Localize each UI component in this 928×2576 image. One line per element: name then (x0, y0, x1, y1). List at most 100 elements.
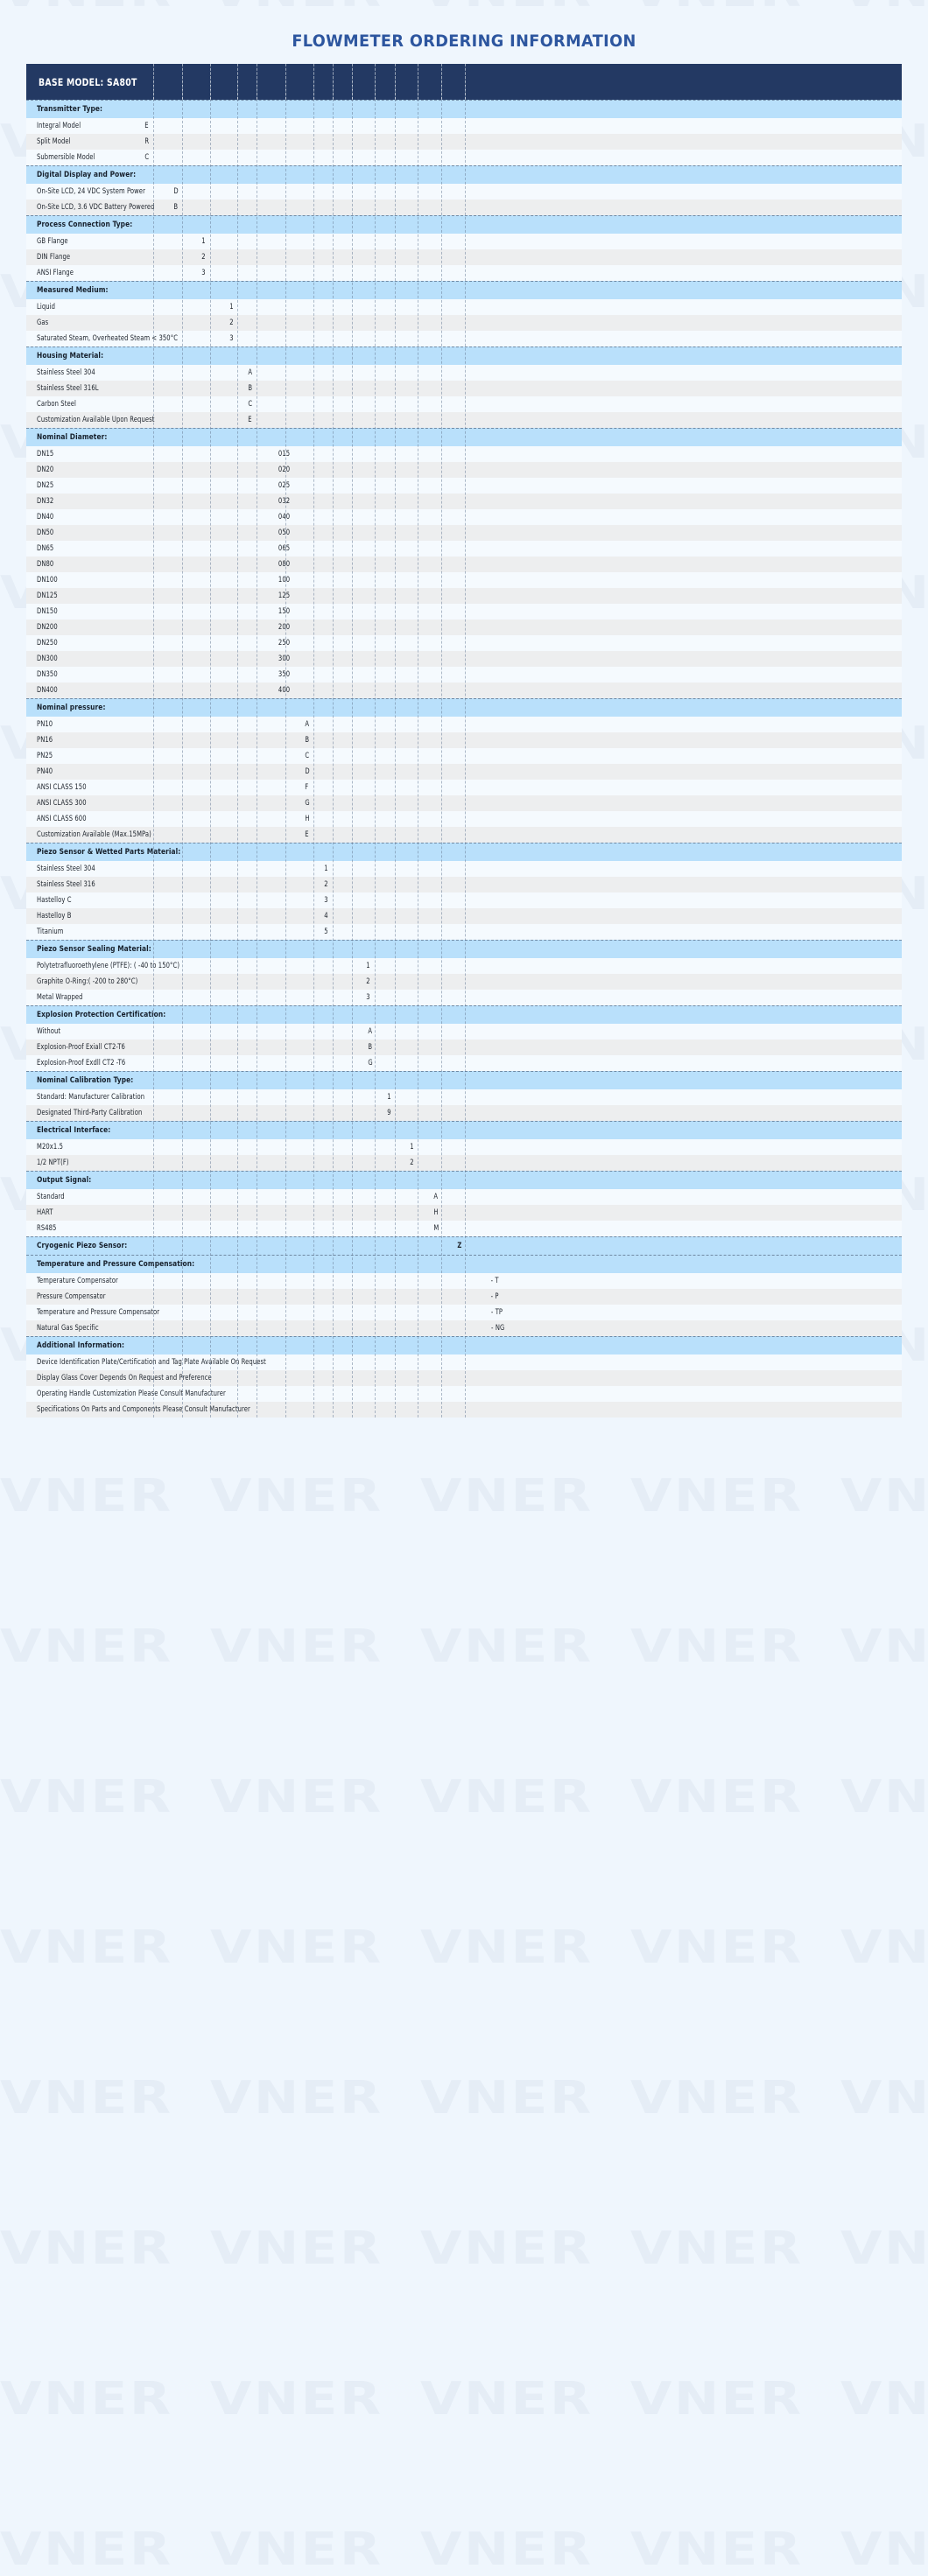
option-code: 350 (278, 670, 291, 679)
watermark-text: VNER (630, 1620, 804, 1673)
watermark-text: VNER (630, 1771, 804, 1824)
option-label: HART (37, 1208, 53, 1217)
option-row[interactable]: Metal Wrapped 3 (26, 990, 902, 1005)
option-row[interactable]: DN80 080 (26, 556, 902, 572)
ordering-table: BASE MODEL: SA80T Transmitter Type: Integr… (26, 64, 902, 1418)
option-row[interactable]: Device Identification Plate/Certificatio… (26, 1354, 902, 1370)
option-code: E (305, 830, 309, 839)
option-label: Standard: Manufacturer Calibration (37, 1093, 145, 1102)
option-row[interactable]: On-Site LCD, 3.6 VDC Battery Powered B (26, 200, 902, 215)
option-row[interactable]: DN200 200 (26, 620, 902, 635)
option-row[interactable]: Specifications On Parts and Components P… (26, 1402, 902, 1418)
option-row[interactable]: Titanium 5 (26, 924, 902, 940)
option-row[interactable]: Stainless Steel 316 2 (26, 877, 902, 892)
option-row[interactable]: Customization Available (Max.15MPa) E (26, 827, 902, 843)
option-row[interactable]: DN25 025 (26, 478, 902, 494)
option-label: Submersible Model (37, 153, 95, 162)
option-row[interactable]: PN40 D (26, 764, 902, 780)
section-group-8: Piezo Sensor Sealing Material: Polytetraf… (26, 940, 902, 1005)
option-row[interactable]: Temperature and Pressure Compensator - TP (26, 1305, 902, 1320)
option-code: 015 (278, 450, 291, 458)
option-row[interactable]: DN20 020 (26, 462, 902, 478)
option-row[interactable]: DN50 050 (26, 525, 902, 541)
option-row[interactable]: DN100 100 (26, 572, 902, 588)
option-row[interactable]: DN65 065 (26, 541, 902, 556)
option-row[interactable]: Polytetrafluoroethylene (PTFE): ( -40 to… (26, 958, 902, 974)
option-row[interactable]: 1/2 NPT(F) 2 (26, 1155, 902, 1171)
option-label: DN50 (37, 528, 54, 537)
option-row[interactable]: ANSI Flange 3 (26, 265, 902, 281)
section-header-label: Temperature and Pressure Compensation: (37, 1259, 195, 1269)
option-row[interactable]: DN300 300 (26, 651, 902, 667)
option-row[interactable]: Split Model R (26, 134, 902, 150)
watermark-text: VNER (210, 1922, 383, 1974)
option-row[interactable]: Stainless Steel 316L B (26, 381, 902, 396)
option-row[interactable]: Stainless Steel 304 A (26, 365, 902, 381)
option-row[interactable]: DN250 250 (26, 635, 902, 651)
option-row[interactable]: Operating Handle Customization Please Co… (26, 1386, 902, 1402)
option-row[interactable]: Saturated Steam, Overheated Steam < 350°… (26, 331, 902, 346)
option-row[interactable]: DN40 040 (26, 509, 902, 525)
option-row[interactable]: Standard: Manufacturer Calibration 1 (26, 1089, 902, 1105)
option-row[interactable]: Integral Model E (26, 118, 902, 134)
option-row[interactable]: ANSI CLASS 150 F (26, 780, 902, 795)
option-row[interactable]: Designated Third-Party Calibration 9 (26, 1105, 902, 1121)
option-row[interactable]: Submersible Model C (26, 150, 902, 165)
option-row[interactable]: Standard A (26, 1189, 902, 1205)
option-row[interactable]: On-Site LCD, 24 VDC System Power D (26, 184, 902, 200)
option-row[interactable]: DIN Flange 2 (26, 249, 902, 265)
watermark-text: VNER (420, 2072, 594, 2124)
option-label: Integral Model (37, 122, 81, 130)
option-row[interactable]: PN25 C (26, 748, 902, 764)
option-row[interactable]: M20x1.5 1 (26, 1139, 902, 1155)
option-row[interactable]: Temperature Compensator - T (26, 1273, 902, 1289)
option-row[interactable]: DN125 125 (26, 588, 902, 604)
option-row[interactable]: Graphite O-Ring:( -200 to 280°C) 2 (26, 974, 902, 990)
option-row[interactable]: GB Flange 1 (26, 234, 902, 249)
option-row[interactable]: DN15 015 (26, 446, 902, 462)
option-code: 250 (278, 639, 291, 648)
option-code: 040 (278, 513, 291, 522)
option-row[interactable]: ANSI CLASS 300 G (26, 795, 902, 811)
option-row[interactable]: Natural Gas Specific - NG (26, 1320, 902, 1336)
section-header-3: Measured Medium: (26, 281, 902, 299)
base-model-label: BASE MODEL: SA80T (39, 75, 137, 88)
option-row[interactable]: Explosion-Proof Exiall CT2-T6 B (26, 1040, 902, 1055)
option-row[interactable]: DN350 350 (26, 667, 902, 682)
option-row[interactable]: HART H (26, 1205, 902, 1221)
option-row[interactable]: PN16 B (26, 732, 902, 748)
option-label: DN65 (37, 544, 54, 553)
option-row[interactable]: Liquid 1 (26, 299, 902, 315)
option-label: Natural Gas Specific (37, 1324, 99, 1333)
watermark-text: VNER (840, 2222, 928, 2275)
option-row[interactable]: DN400 400 (26, 682, 902, 698)
option-row[interactable]: DN150 150 (26, 604, 902, 620)
base-guide-6 (285, 64, 286, 100)
option-row[interactable]: PN10 A (26, 717, 902, 732)
option-row[interactable]: Without A (26, 1024, 902, 1040)
option-row[interactable]: Hastelloy B 4 (26, 908, 902, 924)
option-row[interactable]: Hastelloy C 3 (26, 892, 902, 908)
option-row[interactable]: Customization Available Upon Request E (26, 412, 902, 428)
option-code: D (173, 187, 179, 196)
option-row[interactable]: DN32 032 (26, 494, 902, 509)
option-code: B (368, 1043, 373, 1052)
option-label: DN100 (37, 576, 58, 584)
option-code: H (305, 815, 310, 823)
base-model-group: BASE MODEL: SA80T (26, 64, 902, 100)
option-label: Temperature and Pressure Compensator (37, 1308, 160, 1317)
option-row[interactable]: ANSI CLASS 600 H (26, 811, 902, 827)
option-code: 3 (324, 896, 328, 905)
option-code: A (433, 1193, 439, 1201)
option-label: Customization Available Upon Request (37, 416, 155, 424)
option-code: G (368, 1059, 373, 1068)
option-row[interactable]: Pressure Compensator - P (26, 1289, 902, 1305)
option-row[interactable]: RS485 M (26, 1221, 902, 1236)
option-code: H (433, 1208, 439, 1217)
option-label: DN15 (37, 450, 54, 458)
option-row[interactable]: Gas 2 (26, 315, 902, 331)
option-row[interactable]: Stainless Steel 304 1 (26, 861, 902, 877)
option-row[interactable]: Display Glass Cover Depends On Request a… (26, 1370, 902, 1386)
option-row[interactable]: Carbon Steel C (26, 396, 902, 412)
option-row[interactable]: Explosion-Proof Exdll CT2 -T6 G (26, 1055, 902, 1071)
